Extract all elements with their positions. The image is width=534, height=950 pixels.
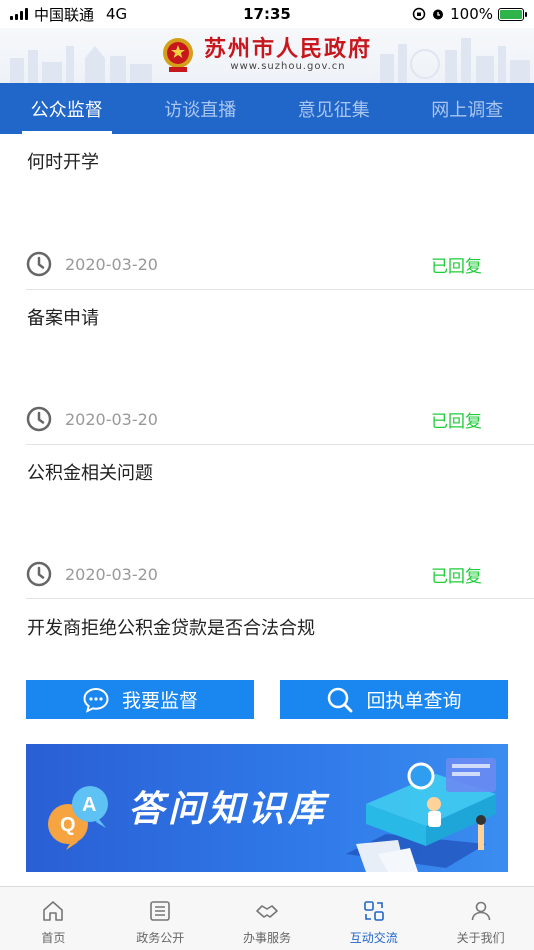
receipt-query-button-label: 回执单查询	[366, 690, 462, 712]
network-label: 4G	[106, 5, 128, 23]
top-tabs: 公众监督 访谈直播 意见征集 网上调查	[0, 83, 534, 134]
status-left: 中国联通 4G	[10, 4, 127, 25]
bottom-tab-gov-info[interactable]: 政务公开	[107, 887, 214, 950]
bottom-tab-services[interactable]: 办事服务	[214, 887, 321, 950]
status-badge: 已回复	[431, 566, 482, 587]
supervise-button-label: 我要监督	[121, 690, 198, 712]
status-bar: 中国联通 4G 17:35 100%	[0, 0, 534, 28]
carrier-label: 中国联通	[34, 5, 95, 24]
list-item-title[interactable]: 开发商拒绝公积金贷款是否合法合规	[27, 614, 315, 640]
list-item-meta: 2020-03-20 已回复	[26, 404, 508, 434]
list-item-meta: 2020-03-20 已回复	[26, 559, 508, 589]
clock-icon	[26, 561, 52, 587]
clock-icon	[26, 251, 52, 277]
bottom-tab-label: 关于我们	[456, 931, 505, 945]
receipt-query-button[interactable]: 回执单查询	[280, 680, 508, 719]
list-item-title[interactable]: 备案申请	[27, 304, 99, 330]
svg-text:Q: Q	[60, 814, 76, 836]
user-icon	[471, 901, 490, 921]
list-item-title[interactable]: 公积金相关问题	[27, 459, 153, 485]
status-badge: 已回复	[431, 256, 482, 277]
exchange-icon	[363, 901, 384, 921]
home-icon	[43, 901, 64, 921]
orientation-lock-icon	[412, 7, 426, 21]
document-icon	[150, 901, 170, 921]
tab-opinion-collection[interactable]: 意见征集	[267, 83, 401, 134]
bottom-tab-label: 办事服务	[242, 931, 291, 945]
brand[interactable]: 苏州市人民政府 www.suzhou.gov.cn	[160, 36, 372, 74]
divider	[26, 444, 534, 445]
knowledge-base-banner[interactable]: Q A 答问知识库	[26, 744, 508, 872]
tab-interview-live[interactable]: 访谈直播	[134, 83, 268, 134]
chat-bubble-icon	[83, 687, 109, 713]
knowledge-base-title: 答问知识库	[128, 789, 329, 830]
list-item-title[interactable]: 何时开学	[27, 148, 99, 174]
bottom-tab-interaction[interactable]: 互动交流	[320, 887, 427, 950]
list-item-meta: 2020-03-20 已回复	[26, 249, 508, 279]
site-url: www.suzhou.gov.cn	[230, 61, 346, 72]
item-date: 2020-03-20	[65, 564, 158, 584]
bottom-tab-about[interactable]: 关于我们	[427, 887, 534, 950]
svg-text:A: A	[82, 794, 96, 816]
item-date: 2020-03-20	[65, 409, 158, 429]
bottom-tab-bar: 首页 政务公开 办事服务 互动交流 关于我们	[0, 886, 534, 950]
tab-public-supervision[interactable]: 公众监督	[0, 83, 134, 134]
divider	[26, 598, 534, 599]
supervise-button[interactable]: 我要监督	[26, 680, 254, 719]
bottom-tab-label: 政务公开	[136, 931, 185, 945]
signal-icon	[10, 8, 28, 20]
battery-label: 100%	[450, 5, 493, 23]
bottom-tab-label: 首页	[41, 931, 66, 945]
site-header: 苏州市人民政府 www.suzhou.gov.cn	[0, 28, 534, 83]
national-emblem-icon	[163, 38, 193, 72]
tab-online-survey[interactable]: 网上调查	[401, 83, 534, 134]
bottom-tab-home[interactable]: 首页	[0, 887, 107, 950]
divider	[26, 289, 534, 290]
search-icon	[328, 687, 353, 712]
status-right: 100%	[412, 5, 527, 23]
item-date: 2020-03-20	[65, 254, 158, 274]
bottom-tab-label: 互动交流	[349, 931, 398, 945]
handshake-icon	[256, 905, 278, 918]
battery-icon	[498, 7, 527, 21]
site-title: 苏州市人民政府	[204, 36, 373, 62]
status-badge: 已回复	[431, 411, 482, 432]
clock-icon	[26, 406, 52, 432]
alarm-icon	[433, 9, 444, 20]
